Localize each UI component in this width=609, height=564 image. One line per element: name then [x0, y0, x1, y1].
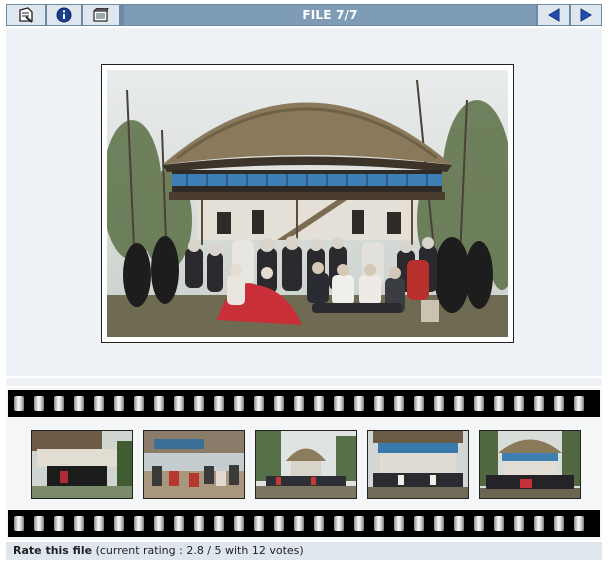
- sprocket-hole: [114, 396, 124, 411]
- sprocket-hole: [134, 516, 144, 531]
- sprocket-hole: [334, 516, 344, 531]
- sprocket-hole: [434, 516, 444, 531]
- current-rating-text: (current rating : 2.8 / 5 with 12 votes): [95, 544, 304, 557]
- sprocket-hole: [174, 396, 184, 411]
- sprocket-hole: [134, 396, 144, 411]
- thumbnail-4-image: [368, 431, 468, 498]
- filmstrip-panel: [6, 388, 602, 540]
- thumbnail-1[interactable]: [31, 430, 133, 499]
- sprocket-hole: [274, 516, 284, 531]
- sprocket-hole: [514, 516, 524, 531]
- thumbnail-5-image: [480, 431, 580, 498]
- sprocket-hole: [354, 516, 364, 531]
- sprocket-hole: [34, 396, 44, 411]
- thumbnail-3-image: [256, 431, 356, 498]
- thumbnail-3[interactable]: [255, 430, 357, 499]
- sprocket-hole: [554, 396, 564, 411]
- thumbnail-4[interactable]: [367, 430, 469, 499]
- sprocket-hole: [34, 516, 44, 531]
- thumbnail-1-image: [32, 431, 132, 498]
- sprocket-hole: [154, 396, 164, 411]
- thumbnail-2-image: [144, 431, 244, 498]
- sprocket-hole: [294, 396, 304, 411]
- sprocket-hole: [14, 516, 24, 531]
- sprocket-hole: [14, 396, 24, 411]
- sprocket-hole: [454, 516, 464, 531]
- arrow-right-icon: [580, 8, 592, 22]
- sprocket-hole: [274, 396, 284, 411]
- arrow-left-icon: [547, 8, 559, 22]
- sprocket-hole: [374, 396, 384, 411]
- sprocket-hole: [314, 396, 324, 411]
- filmstrip-top-border: [8, 390, 600, 417]
- sprocket-hole: [474, 396, 484, 411]
- panel-gap: [6, 378, 602, 386]
- file-toolbar: FILE 7/7: [6, 4, 602, 26]
- sprocket-hole: [514, 396, 524, 411]
- sprocket-hole: [494, 396, 504, 411]
- info-icon: [56, 7, 72, 23]
- sprocket-hole: [494, 516, 504, 531]
- main-image-panel: [6, 28, 602, 376]
- gallery-return-icon: [19, 7, 33, 23]
- sprocket-hole: [474, 516, 484, 531]
- sprocket-hole: [454, 396, 464, 411]
- file-info-button[interactable]: [47, 5, 81, 25]
- sprocket-hole: [334, 396, 344, 411]
- sprocket-hole: [574, 396, 584, 411]
- sprocket-hole: [534, 516, 544, 531]
- sprocket-hole: [234, 396, 244, 411]
- sprocket-hole: [94, 516, 104, 531]
- sprocket-hole: [194, 396, 204, 411]
- sprocket-hole: [114, 516, 124, 531]
- filmstrip-bottom-border: [8, 510, 600, 537]
- sprocket-hole: [54, 516, 64, 531]
- sprocket-hole: [254, 396, 264, 411]
- sprocket-hole: [234, 516, 244, 531]
- thumbnail-5[interactable]: [479, 430, 581, 499]
- slideshow-icon: [93, 8, 109, 22]
- sprocket-hole: [434, 396, 444, 411]
- sprocket-hole: [54, 396, 64, 411]
- sprocket-hole: [214, 516, 224, 531]
- return-to-gallery-button[interactable]: [7, 5, 45, 25]
- rate-this-file-label[interactable]: Rate this file: [13, 544, 92, 557]
- sprocket-hole: [154, 516, 164, 531]
- main-photo[interactable]: [107, 70, 508, 337]
- sprocket-hole: [94, 396, 104, 411]
- sprocket-hole: [194, 516, 204, 531]
- sprocket-hole: [294, 516, 304, 531]
- sprocket-hole: [574, 516, 584, 531]
- file-counter-title: FILE 7/7: [124, 5, 536, 25]
- slideshow-button[interactable]: [83, 5, 119, 25]
- main-photo-frame: [101, 64, 514, 343]
- sprocket-hole: [214, 396, 224, 411]
- sprocket-hole: [414, 396, 424, 411]
- sprocket-hole: [174, 516, 184, 531]
- next-file-button[interactable]: [571, 5, 601, 25]
- sprocket-hole: [74, 396, 84, 411]
- sprocket-hole: [74, 516, 84, 531]
- sprocket-hole: [254, 516, 264, 531]
- sprocket-hole: [314, 516, 324, 531]
- sprocket-hole: [394, 516, 404, 531]
- sprocket-hole: [554, 516, 564, 531]
- rating-bar: Rate this file (current rating : 2.8 / 5…: [6, 542, 602, 560]
- sprocket-hole: [354, 396, 364, 411]
- previous-file-button[interactable]: [538, 5, 569, 25]
- sprocket-hole: [414, 516, 424, 531]
- sprocket-hole: [374, 516, 384, 531]
- sprocket-hole: [394, 396, 404, 411]
- thumbnail-2[interactable]: [143, 430, 245, 499]
- sprocket-hole: [534, 396, 544, 411]
